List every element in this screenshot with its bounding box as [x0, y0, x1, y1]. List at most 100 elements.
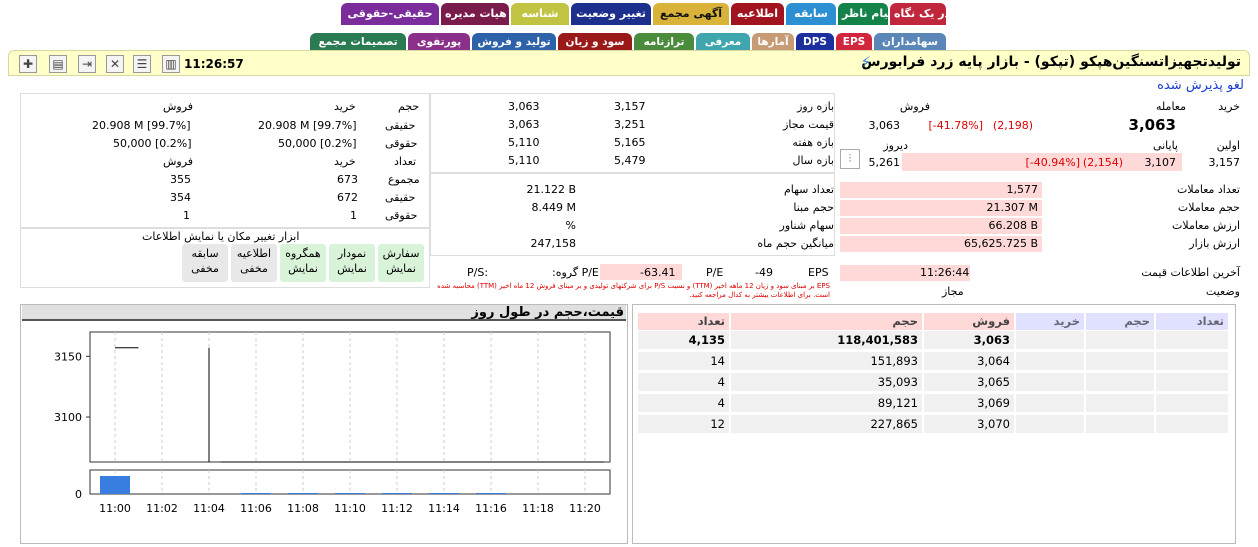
- stat-label: ارزش بازار: [1189, 237, 1240, 250]
- orderbook-cell: 3,064: [924, 352, 1014, 370]
- tab-row2-4[interactable]: معرفی: [696, 33, 750, 51]
- x-tick-label: 11:10: [334, 502, 366, 515]
- tab-row2-9[interactable]: تصمیمات مجمع: [310, 33, 406, 51]
- y-tick-label: 3150: [54, 350, 82, 363]
- volume-tick-label: 0: [75, 488, 82, 501]
- orderbook-cell: [1016, 331, 1084, 349]
- state-value: مجاز: [942, 285, 964, 298]
- orderbook-cell: 14: [638, 352, 729, 370]
- orderbook-header: حجم: [731, 313, 922, 330]
- first-label: اولین: [1216, 139, 1240, 152]
- x-tick-label: 11:08: [287, 502, 319, 515]
- tab-row2-2[interactable]: DPS: [796, 33, 834, 51]
- orderbook-cell: 3,065: [924, 373, 1014, 391]
- orderbook-cell: 3,063: [924, 331, 1014, 349]
- last-info-value: 11:26:44: [920, 266, 970, 279]
- plus-icon[interactable]: ✚: [19, 55, 37, 73]
- x-tick-label: 11:16: [475, 502, 507, 515]
- sell-value: 3,063: [868, 119, 901, 132]
- orderbook-cell: 4,135: [638, 331, 729, 349]
- volume-bar: [241, 493, 271, 494]
- volume-bar: [476, 493, 506, 494]
- orderbook-cell: [1016, 373, 1084, 391]
- tools-icon[interactable]: ✕: [106, 55, 124, 73]
- tab-row1-4[interactable]: آگهی مجمع: [653, 3, 729, 25]
- tab-row1-7[interactable]: هیات مدیره: [441, 3, 509, 25]
- orderbook-cell: 89,121: [731, 394, 922, 412]
- tab-row2-1[interactable]: EPS: [836, 33, 872, 51]
- calculator-icon[interactable]: ▤: [49, 55, 67, 73]
- tab-row2-0[interactable]: سهامداران: [874, 33, 946, 51]
- orderbook-cell: [1156, 394, 1228, 412]
- volume-bar: [335, 493, 365, 494]
- orderbook-header: خرید: [1016, 313, 1084, 330]
- ranges-panel: [430, 93, 835, 173]
- last-info-label: آخرین اطلاعات قیمت: [1141, 266, 1240, 279]
- stat-value: 1,577: [1006, 183, 1039, 196]
- stat-value: 21.307 M: [986, 201, 1038, 214]
- group-pe-value: -63.41: [640, 266, 676, 279]
- tab-row1-1[interactable]: پیام ناظر: [838, 3, 888, 25]
- tab-row2-5[interactable]: ترازنامه: [634, 33, 694, 51]
- group-pe-label: P/E گروه:: [552, 266, 599, 279]
- volume-bar: [288, 493, 318, 494]
- tab-row1-3[interactable]: اطلاعیه: [731, 3, 784, 25]
- tab-row2-8[interactable]: پورتفوی: [408, 33, 470, 51]
- tab-row1-0[interactable]: در یک نگاه: [890, 3, 946, 25]
- state-label: وضعیت: [1205, 285, 1240, 298]
- orderbook-cell: [1086, 394, 1154, 412]
- tab-row1-5[interactable]: تغییر وضعیت: [571, 3, 651, 25]
- orderbook-header: تعداد: [638, 313, 729, 330]
- list-icon[interactable]: ☰: [133, 55, 151, 73]
- stat-label: ارزش معاملات: [1172, 219, 1240, 232]
- orderbook-header: حجم: [1086, 313, 1154, 330]
- orderbook-cell: [1016, 415, 1084, 433]
- status-text: لغو پذیرش شده: [1157, 78, 1244, 93]
- tab-row1-6[interactable]: شناسه: [511, 3, 569, 25]
- tab-row2-6[interactable]: سود و زیان: [558, 33, 632, 51]
- x-tick-label: 11:18: [522, 502, 554, 515]
- shares-panel: [430, 173, 835, 256]
- x-tick-label: 11:20: [569, 502, 601, 515]
- orderbook-cell: 118,401,583: [731, 331, 922, 349]
- trade-change-abs: (2,198): [992, 119, 1033, 132]
- tab-row1-2[interactable]: سابقه: [786, 3, 836, 25]
- orderbook-cell: [1156, 415, 1228, 433]
- first-value: 3,157: [1208, 156, 1241, 169]
- volume-bar: [382, 493, 412, 494]
- close-change-abs: (2,154): [1082, 156, 1123, 169]
- yesterday-value: 5,261: [868, 156, 901, 169]
- close-value: 3,107: [1144, 156, 1177, 169]
- eps-label: EPS: [808, 266, 829, 279]
- volume-bar: [100, 476, 130, 494]
- orderbook-cell: 3,069: [924, 394, 1014, 412]
- left-info-panel: [20, 93, 430, 228]
- orderbook-cell: 4: [638, 394, 729, 412]
- x-tick-label: 11:00: [99, 502, 131, 515]
- close-label: پایانی: [1152, 139, 1178, 152]
- tab-row2-3[interactable]: آمارها: [752, 33, 794, 51]
- export-icon[interactable]: ⇥: [78, 55, 96, 73]
- stat-value: 65,625.725 B: [963, 237, 1038, 250]
- trade-value: 3,063: [1128, 116, 1176, 134]
- orderbook-header: فروش: [924, 313, 1014, 330]
- lightning-icon: ⚡: [860, 53, 871, 71]
- orderbook-cell: [1086, 415, 1154, 433]
- tab-row1-8[interactable]: حقیقی-حقوقی: [341, 3, 439, 25]
- orderbook-cell: [1156, 352, 1228, 370]
- orderbook-cell: 12: [638, 415, 729, 433]
- symbol-title: تولیدتجهیزاتسنگین‌هپکو (تپکو) - بازار پا…: [861, 54, 1241, 70]
- chart-icon[interactable]: ▥: [162, 55, 180, 73]
- tab-row2-7[interactable]: تولید و فروش: [472, 33, 556, 51]
- stat-label: حجم معاملات: [1177, 201, 1240, 214]
- yesterday-label: دیروز: [883, 139, 908, 152]
- ps-label: P/S:: [467, 266, 489, 279]
- orderbook-cell: [1016, 352, 1084, 370]
- settings-sliders-icon[interactable]: ⫶: [840, 149, 860, 169]
- orderbook-cell: [1156, 373, 1228, 391]
- buy-label: خرید: [1218, 100, 1240, 113]
- orderbook-cell: 151,893: [731, 352, 922, 370]
- pe-label: P/E: [706, 266, 724, 279]
- sell-label: فروش: [899, 100, 930, 113]
- symbol-title-bar: تولیدتجهیزاتسنگین‌هپکو (تپکو) - بازار پا…: [8, 50, 1250, 76]
